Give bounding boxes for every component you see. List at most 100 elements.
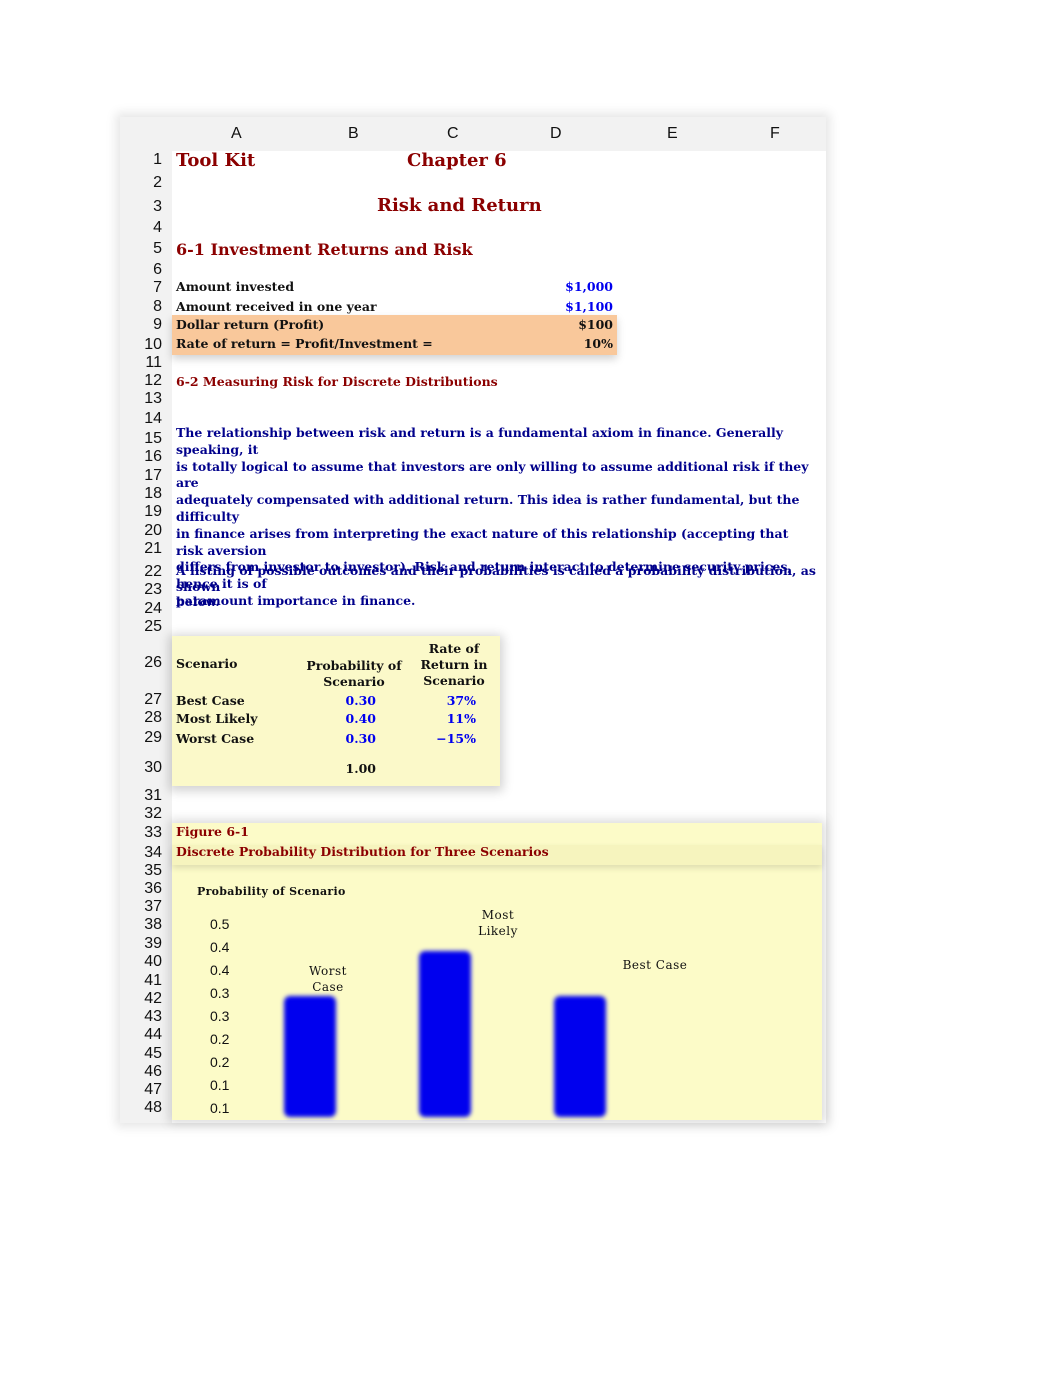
row-header-12[interactable]: 12 <box>122 372 162 390</box>
row-header-20[interactable]: 20 <box>122 522 162 540</box>
scenario-cell: Best Case <box>176 693 245 708</box>
row-header-38[interactable]: 38 <box>122 916 162 934</box>
y-axis-ticks: 0.5 0.4 0.4 0.3 0.3 0.2 0.2 0.1 0.1 <box>210 916 230 1116</box>
row-header-48[interactable]: 48 <box>122 1099 162 1117</box>
row-header-25[interactable]: 25 <box>122 618 162 636</box>
row-header-30[interactable]: 30 <box>122 759 162 777</box>
bar-label-most-likely: Most Likely <box>478 908 518 938</box>
probability-cell[interactable]: 0.30 <box>346 693 376 708</box>
row-header-28[interactable]: 28 <box>122 709 162 727</box>
row-header-46[interactable]: 46 <box>122 1063 162 1081</box>
row-header-19[interactable]: 19 <box>122 503 162 521</box>
return-cell[interactable]: 37% <box>447 693 476 708</box>
row-header-31[interactable]: 31 <box>122 787 162 805</box>
row-header-8[interactable]: 8 <box>122 298 162 316</box>
row-header-43[interactable]: 43 <box>122 1008 162 1026</box>
bar-labels: Worst Case Most Likely Best Case <box>309 908 687 994</box>
y-tick-label: 0.3 <box>210 1008 230 1024</box>
row-header-22[interactable]: 22 <box>122 563 162 581</box>
row-header-44[interactable]: 44 <box>122 1026 162 1044</box>
row-header-6[interactable]: 6 <box>122 261 162 279</box>
table-header-return: Rate of Return in Scenario <box>414 641 494 689</box>
row-header-16[interactable]: 16 <box>122 448 162 466</box>
probability-total[interactable]: 1.00 <box>346 761 376 776</box>
row-header-41[interactable]: 41 <box>122 972 162 990</box>
section-2-heading: 6-2 Measuring Risk for Discrete Distribu… <box>176 374 498 389</box>
row-header-42[interactable]: 42 <box>122 990 162 1008</box>
probability-cell[interactable]: 0.30 <box>346 731 376 746</box>
row-header-1[interactable]: 1 <box>122 151 162 169</box>
row-header-23[interactable]: 23 <box>122 581 162 599</box>
row-header-36[interactable]: 36 <box>122 880 162 898</box>
row-header-47[interactable]: 47 <box>122 1081 162 1099</box>
dollar-return-value[interactable]: $100 <box>578 317 613 332</box>
probability-cell[interactable]: 0.40 <box>346 711 376 726</box>
header-line: Return in <box>420 657 488 672</box>
row-header-24[interactable]: 24 <box>122 600 162 618</box>
row-header-2[interactable]: 2 <box>122 174 162 192</box>
row-header-32[interactable]: 32 <box>122 805 162 823</box>
column-header-d[interactable]: D <box>550 125 562 143</box>
row-header-11[interactable]: 11 <box>122 354 162 372</box>
rate-of-return-value[interactable]: 10% <box>584 336 613 351</box>
row-header-14[interactable]: 14 <box>122 410 162 428</box>
amount-invested-label: Amount invested <box>176 279 295 294</box>
header-line: Scenario <box>423 673 485 688</box>
header-line: Probability of <box>306 658 402 673</box>
probability-distribution-paragraph: A listing of possible outcomes and their… <box>176 563 816 610</box>
column-header-f[interactable]: F <box>770 125 780 143</box>
table-header-probability: Probability of Scenario <box>300 658 408 690</box>
paragraph-line: The relationship between risk and return… <box>176 425 784 457</box>
amount-received-value[interactable]: $1,100 <box>565 299 613 314</box>
paragraph-line: in finance arises from interpreting the … <box>176 525 789 558</box>
row-header-18[interactable]: 18 <box>122 485 162 503</box>
row-header-17[interactable]: 17 <box>122 467 162 485</box>
row-header-9[interactable]: 9 <box>122 316 162 334</box>
row-header-5[interactable]: 5 <box>122 240 162 258</box>
dollar-return-label: Dollar return (Profit) <box>176 317 325 332</box>
amount-received-label: Amount received in one year <box>176 299 377 314</box>
row-header-4[interactable]: 4 <box>122 219 162 237</box>
row-header-10[interactable]: 10 <box>122 336 162 354</box>
y-tick-label: 0.3 <box>210 985 230 1001</box>
row-header-7[interactable]: 7 <box>122 279 162 297</box>
table-header-scenario: Scenario <box>176 656 238 671</box>
paragraph-line: adequately compensated with additional r… <box>176 492 800 524</box>
figure-label: Figure 6-1 <box>176 824 249 839</box>
probability-bar-chart: 0.5 0.4 0.4 0.3 0.3 0.2 0.2 0.1 0.1 Worst Case Mos… <box>210 908 687 1117</box>
row-header-34[interactable]: 34 <box>122 844 162 862</box>
y-tick-label: 0.1 <box>210 1100 230 1116</box>
row-header-37[interactable]: 37 <box>122 898 162 916</box>
bar-best-case <box>554 996 606 1117</box>
tool-kit-label: Tool Kit <box>176 150 256 171</box>
column-header-bar <box>120 117 826 151</box>
row-header-45[interactable]: 45 <box>122 1045 162 1063</box>
y-tick-label: 0.5 <box>210 916 230 932</box>
bar-most-likely <box>419 951 471 1117</box>
row-header-35[interactable]: 35 <box>122 862 162 880</box>
row-header-26[interactable]: 26 <box>122 654 162 672</box>
row-header-33[interactable]: 33 <box>122 824 162 842</box>
y-tick-label: 0.1 <box>210 1077 230 1093</box>
row-header-13[interactable]: 13 <box>122 390 162 408</box>
row-header-15[interactable]: 15 <box>122 430 162 448</box>
row-header-39[interactable]: 39 <box>122 935 162 953</box>
return-cell[interactable]: 11% <box>447 711 476 726</box>
header-line: Rate of <box>428 641 480 656</box>
row-header-3[interactable]: 3 <box>122 198 162 216</box>
row-header-21[interactable]: 21 <box>122 540 162 558</box>
column-header-c[interactable]: C <box>447 125 459 143</box>
column-header-e[interactable]: E <box>667 125 678 143</box>
amount-invested-value[interactable]: $1,000 <box>565 279 613 294</box>
return-cell[interactable]: −15% <box>436 731 476 746</box>
column-header-b[interactable]: B <box>348 125 359 143</box>
rate-of-return-label: Rate of return = Profit/Investment = <box>176 336 433 351</box>
header-line: Scenario <box>323 674 385 689</box>
page-title: Risk and Return <box>377 195 542 216</box>
column-header-a[interactable]: A <box>231 125 242 143</box>
row-header-27[interactable]: 27 <box>122 691 162 709</box>
row-header-29[interactable]: 29 <box>122 729 162 747</box>
paragraph-line: is totally logical to assume that invest… <box>176 458 809 491</box>
y-tick-label: 0.4 <box>210 962 230 978</box>
row-header-40[interactable]: 40 <box>122 953 162 971</box>
